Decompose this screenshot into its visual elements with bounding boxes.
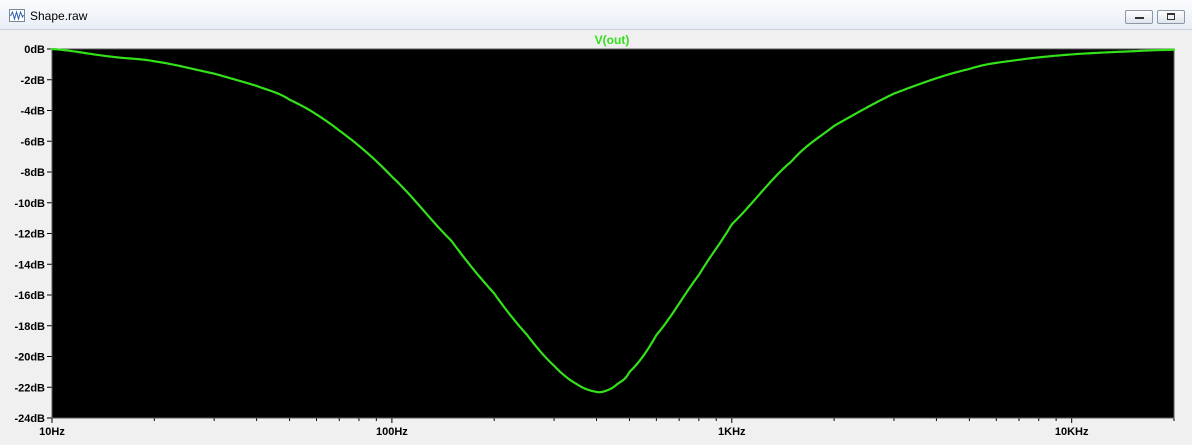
minimize-button[interactable] — [1125, 10, 1153, 24]
y-tick-label: -8dB — [21, 167, 46, 179]
y-tick-label: -24dB — [14, 413, 45, 425]
y-tick-label: -18dB — [14, 321, 45, 333]
waveform-plot[interactable]: V(out) 0dB -2dB -4dB -6dB -8dB -10dB -12dB -14d… — [0, 30, 1192, 445]
x-tick-label: 10KHz — [1055, 426, 1089, 438]
y-tick-label: -22dB — [14, 382, 45, 394]
y-tick-label: -14dB — [14, 259, 45, 271]
y-tick-label: -16dB — [14, 290, 45, 302]
y-tick-label: -10dB — [14, 198, 45, 210]
y-tick-label: -4dB — [21, 106, 46, 118]
y-tick-label: 0dB — [24, 44, 45, 56]
window-title: Shape.raw — [30, 9, 88, 23]
x-tick-label: 100Hz — [376, 426, 408, 438]
maximize-icon — [1167, 13, 1175, 20]
waveform-icon — [9, 9, 25, 22]
maximize-button[interactable] — [1157, 10, 1185, 24]
y-tick-label: -12dB — [14, 229, 45, 241]
y-tick-label: -2dB — [21, 75, 46, 87]
x-tick-label: 10Hz — [39, 426, 65, 438]
plot-area[interactable] — [52, 49, 1174, 418]
trace-label-v-out[interactable]: V(out) — [595, 33, 630, 47]
minimize-icon — [1135, 17, 1144, 19]
x-tick-label: 1KHz — [718, 426, 746, 438]
y-tick-label: -6dB — [21, 136, 46, 148]
y-tick-label: -20dB — [14, 352, 45, 364]
title-bar: Shape.raw — [0, 0, 1192, 30]
